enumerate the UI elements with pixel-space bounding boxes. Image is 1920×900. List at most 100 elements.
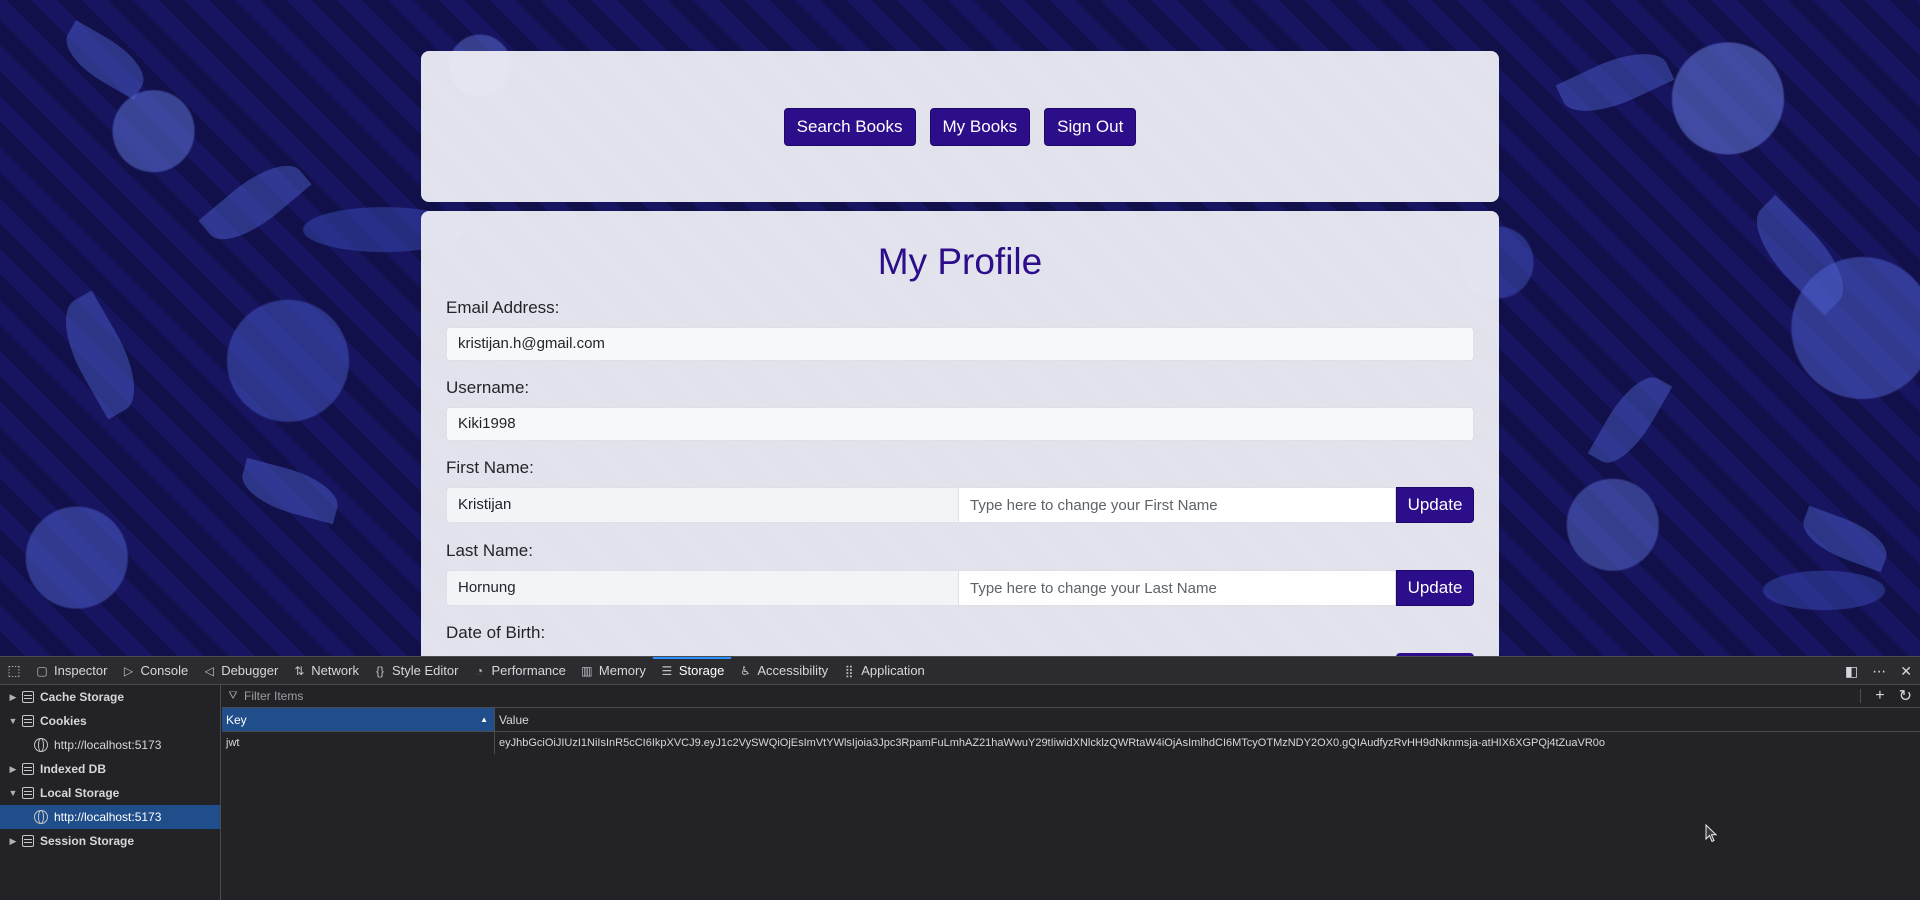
tab-network[interactable]: ⇅ Network (285, 657, 366, 685)
devtools-window-controls: ◧ ⋯ ✕ (1845, 657, 1912, 685)
last-name-group: Hornung Update (446, 570, 1474, 606)
username-label: Username: (446, 378, 530, 397)
tree-item-cache-storage[interactable]: ▶ Cache Storage (0, 685, 220, 709)
last-name-input[interactable] (959, 570, 1396, 606)
tree-label: Cache Storage (40, 690, 125, 704)
collapse-icon[interactable]: ▼ (6, 788, 20, 798)
tree-label: Indexed DB (40, 762, 107, 776)
expand-icon[interactable]: ▶ (6, 836, 20, 847)
refresh-icon[interactable]: ↻ (1899, 686, 1912, 706)
debugger-icon: ◁ (204, 663, 214, 678)
tree-label: http://localhost:5173 (54, 738, 162, 752)
storage-icon: ☰ (661, 663, 673, 678)
row-key: jwt (226, 737, 240, 749)
globe-icon (34, 810, 48, 824)
storage-table-panel: ⛛ + ↻ Key ▲ Value jwt eyJhbGciOiJIUzI1NiI… (222, 685, 1920, 900)
memory-icon: ▥ (581, 663, 593, 678)
accessibility-icon: ♿ (740, 663, 751, 678)
column-label: Key (226, 712, 247, 727)
devtools-panel: ⬚ ▢ Inspector ▷ Console ◁ Debugger ⇅ Network… (0, 656, 1920, 900)
database-icon (22, 763, 34, 775)
collapse-icon[interactable]: ▼ (6, 716, 20, 726)
tab-label: Performance (491, 663, 566, 678)
tab-label: Network (311, 663, 359, 678)
first-name-input[interactable] (959, 487, 1396, 523)
tab-inspector[interactable]: ▢ Inspector (28, 657, 114, 685)
database-icon (22, 787, 34, 799)
database-icon (22, 715, 34, 727)
console-icon: ▷ (123, 663, 134, 678)
tab-label: Accessibility (757, 663, 829, 678)
expand-icon[interactable]: ▶ (6, 764, 20, 775)
tab-label: Inspector (54, 663, 108, 678)
tab-storage[interactable]: ☰ Storage (652, 656, 732, 685)
devtools-toolbar: ⬚ ▢ Inspector ▷ Console ◁ Debugger ⇅ Network… (0, 656, 1920, 685)
tree-label: http://localhost:5173 (54, 810, 162, 824)
tab-label: Storage (678, 663, 725, 678)
first-name-label: First Name: (446, 458, 534, 477)
tab-application[interactable]: ⣿ Application (835, 657, 932, 685)
filter-actions: + ↻ (1860, 685, 1912, 707)
column-label: Value (499, 712, 529, 727)
tree-item-local-storage-localhost[interactable]: http://localhost:5173 (0, 805, 220, 829)
tab-console[interactable]: ▷ Console (114, 657, 195, 685)
email-label: Email Address: (446, 298, 560, 317)
tab-label: Console (140, 663, 189, 678)
add-item-icon[interactable]: + (1875, 687, 1884, 705)
tree-item-cookies-localhost[interactable]: http://localhost:5173 (0, 733, 220, 757)
close-icon[interactable]: ✕ (1900, 663, 1912, 680)
email-field: kristijan.h@gmail.com (446, 327, 1474, 361)
last-name-label: Last Name: (446, 541, 533, 560)
tree-label: Session Storage (40, 834, 135, 848)
inspector-icon: ▢ (36, 663, 48, 678)
tree-item-indexed-db[interactable]: ▶ Indexed DB (0, 757, 220, 781)
more-options-icon[interactable]: ⋯ (1872, 663, 1886, 680)
tab-performance[interactable]: ◔ Performance (465, 657, 572, 685)
nav-button-group: Search Books My Books Sign Out (421, 108, 1499, 146)
update-first-name-button[interactable]: Update (1396, 487, 1474, 523)
tab-label: Application (861, 663, 925, 678)
expand-icon[interactable]: ▶ (6, 692, 20, 703)
database-icon (22, 691, 34, 703)
tab-label: Style Editor (391, 663, 459, 678)
profile-card: My Profile Email Address: kristijan.h@gm… (421, 211, 1499, 656)
tab-accessibility[interactable]: ♿ Accessibility (731, 657, 835, 685)
tree-item-local-storage[interactable]: ▼ Local Storage (0, 781, 220, 805)
filter-input[interactable] (244, 689, 844, 703)
update-last-name-button[interactable]: Update (1396, 570, 1474, 606)
dob-label: Date of Birth: (446, 623, 546, 642)
tree-item-cookies[interactable]: ▼ Cookies (0, 709, 220, 733)
divider (1860, 689, 1862, 703)
network-icon: ⇅ (294, 663, 305, 678)
table-header: Key ▲ Value (222, 708, 1920, 732)
page-viewport: Search Books My Books Sign Out My Profil… (0, 0, 1920, 656)
performance-icon: ◔ (475, 663, 484, 678)
tree-label: Cookies (40, 714, 87, 728)
globe-icon (34, 738, 48, 752)
my-books-button[interactable]: My Books (929, 108, 1031, 146)
dock-side-icon[interactable]: ◧ (1845, 663, 1858, 680)
search-books-button[interactable]: Search Books (783, 108, 916, 146)
sort-ascending-icon: ▲ (480, 715, 488, 724)
table-row[interactable]: jwt eyJhbGciOiJIUzI1NiIsInR5cCI6IkpXVCJ9… (222, 732, 1920, 754)
filter-bar: ⛛ + ↻ (222, 685, 1920, 708)
column-header-value[interactable]: Value (494, 708, 1920, 731)
tree-item-session-storage[interactable]: ▶ Session Storage (0, 829, 220, 853)
page-title: My Profile (877, 241, 1043, 282)
element-picker-icon[interactable]: ⬚ (0, 657, 28, 685)
tab-debugger[interactable]: ◁ Debugger (195, 657, 285, 685)
sign-out-button[interactable]: Sign Out (1044, 108, 1137, 146)
tab-memory[interactable]: ▥ Memory (573, 657, 653, 685)
mouse-cursor-icon (1705, 824, 1718, 843)
filter-icon: ⛛ (228, 689, 238, 702)
navigation-card: Search Books My Books Sign Out (421, 51, 1499, 202)
column-header-key[interactable]: Key ▲ (222, 708, 494, 731)
application-icon: ⣿ (844, 663, 854, 678)
database-icon (22, 835, 34, 847)
tab-label: Memory (598, 663, 646, 678)
storage-tree: ▶ Cache Storage ▼ Cookies http://localhost… (0, 685, 221, 900)
tree-label: Local Storage (40, 786, 120, 800)
tab-style-editor[interactable]: {} Style Editor (366, 657, 465, 685)
first-name-current: Kristijan (446, 487, 959, 523)
tab-label: Debugger (221, 663, 279, 678)
